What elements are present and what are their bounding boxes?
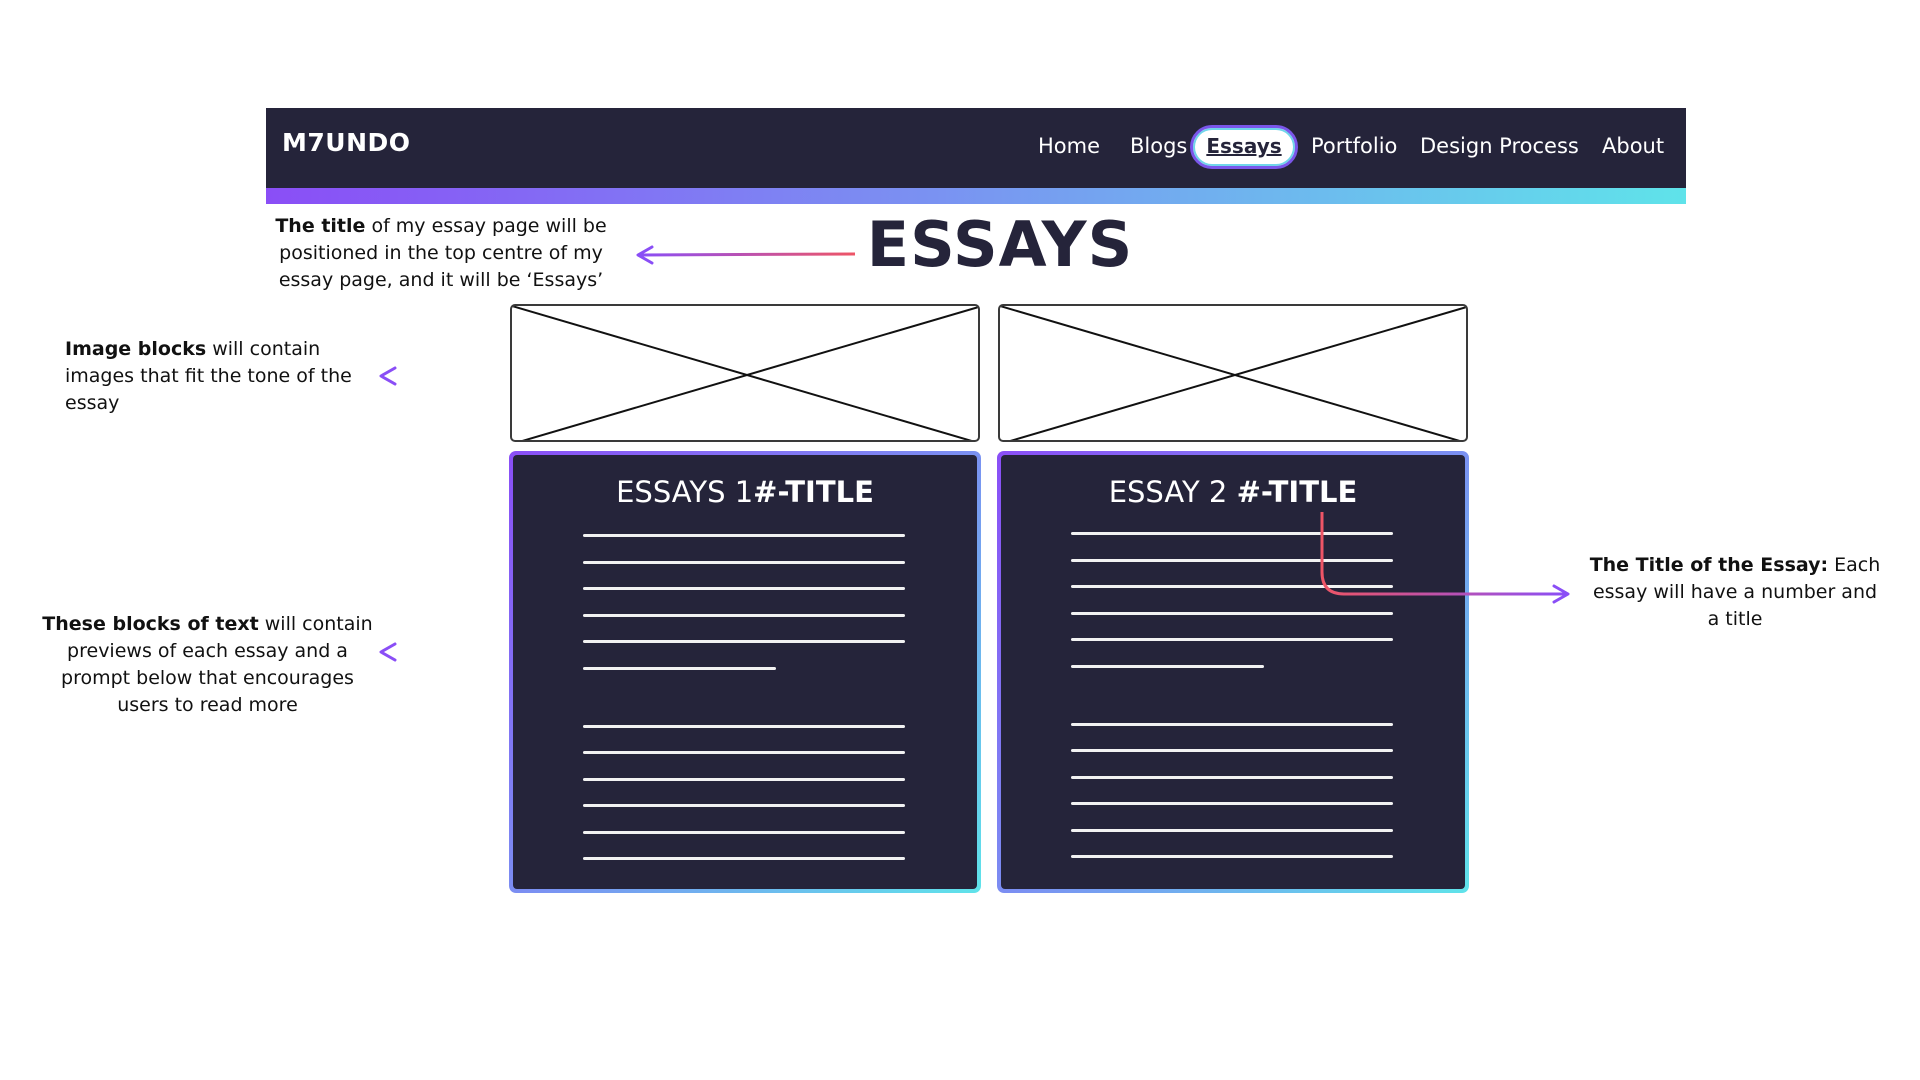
navbar-gradient-strip [266, 188, 1686, 204]
annotation-essay-title-note: The Title of the Essay: Each essay will … [1575, 552, 1895, 633]
nav-link-essays[interactable]: Essays [1190, 134, 1298, 158]
nav-link-blogs[interactable]: Blogs [1130, 134, 1187, 158]
text-line [583, 725, 905, 728]
essay-card-2[interactable]: ESSAY 2 #-TITLE [997, 451, 1469, 893]
text-line [583, 831, 905, 834]
text-line [583, 667, 776, 670]
text-line [1071, 559, 1393, 562]
page-title: ESSAYS [866, 208, 1134, 281]
image-placeholder-cross [1000, 306, 1466, 440]
image-arrow-icon [379, 366, 517, 386]
annotation-image-note: Image blocks will contain images that fi… [65, 336, 385, 417]
image-placeholder-1 [510, 304, 980, 442]
essay-card-title[interactable]: ESSAY 2 #-TITLE [1001, 475, 1465, 509]
annotation-essay-title-bold: The Title of the Essay: [1589, 554, 1829, 576]
annotation-title-line2: positioned in the top centre of my [279, 242, 603, 264]
essay-card-title-number: ESSAYS 1 [616, 475, 754, 509]
text-line [583, 804, 905, 807]
essay-card-1[interactable]: ESSAYS 1#-TITLE [509, 451, 981, 893]
annotation-image-bold: Image blocks [65, 338, 207, 360]
annotation-text-line1: will contain [258, 613, 373, 635]
annotation-image-line3: essay [65, 392, 120, 414]
text-line [583, 587, 905, 590]
text-line [583, 857, 905, 860]
annotation-essay-title-line2: essay will have a number and [1592, 581, 1878, 603]
text-line [1071, 585, 1393, 588]
nav-link-portfolio[interactable]: Portfolio [1311, 134, 1397, 158]
annotation-text-line3: prompt below that encourages [61, 667, 354, 689]
text-line [1071, 855, 1393, 858]
text-line [1071, 532, 1393, 535]
text-line [1071, 802, 1393, 805]
annotation-title-line3: essay page, and it will be ‘Essays’ [278, 269, 604, 291]
annotation-text-line4: users to read more [117, 694, 298, 716]
annotation-title-note: The title of my essay page will be posit… [266, 213, 616, 294]
title-arrow-icon [636, 245, 856, 265]
annotation-title-bold: The title [275, 215, 366, 237]
text-line [1071, 638, 1393, 641]
text-line [583, 778, 905, 781]
essay-card-body: ESSAYS 1#-TITLE [513, 455, 977, 889]
text-line [583, 534, 905, 537]
essay-card-title-text: #-TITLE [1236, 475, 1358, 509]
annotation-text-line2: previews of each essay and a [67, 640, 348, 662]
annotation-text-note: These blocks of text will contain previe… [40, 611, 375, 719]
image-placeholder-2 [998, 304, 1468, 442]
annotation-title-line1: of my essay page will be [365, 215, 607, 237]
nav-link-about[interactable]: About [1602, 134, 1664, 158]
annotation-image-line1: will contain [206, 338, 321, 360]
essay-card-title-number: ESSAY 2 [1108, 475, 1237, 509]
annotation-essay-title-line3: a title [1707, 608, 1763, 630]
text-line [1071, 749, 1393, 752]
text-line [1071, 776, 1393, 779]
image-placeholder-cross [512, 306, 978, 440]
wireframe-canvas: M7UNDO Home Blogs Essays Portfolio Desig… [0, 0, 1920, 1080]
text-line [583, 751, 905, 754]
essay-card-title[interactable]: ESSAYS 1#-TITLE [513, 475, 977, 509]
text-line [583, 614, 905, 617]
essay-card-body: ESSAY 2 #-TITLE [1001, 455, 1465, 889]
annotation-image-line2: images that fit the tone of the [65, 365, 352, 387]
essay-card-title-text: #-TITLE [753, 475, 874, 509]
text-line [1071, 723, 1393, 726]
nav-link-design-process[interactable]: Design Process [1420, 134, 1579, 158]
text-line [1071, 612, 1393, 615]
nav-link-home[interactable]: Home [1038, 134, 1100, 158]
text-line [583, 561, 905, 564]
text-arrow-icon [379, 642, 498, 662]
text-line [1071, 665, 1264, 668]
text-line [1071, 829, 1393, 832]
annotation-text-bold: These blocks of text [42, 613, 259, 635]
brand-logo[interactable]: M7UNDO [282, 128, 411, 157]
annotation-essay-title-line1: Each [1828, 554, 1881, 576]
text-line [583, 640, 905, 643]
